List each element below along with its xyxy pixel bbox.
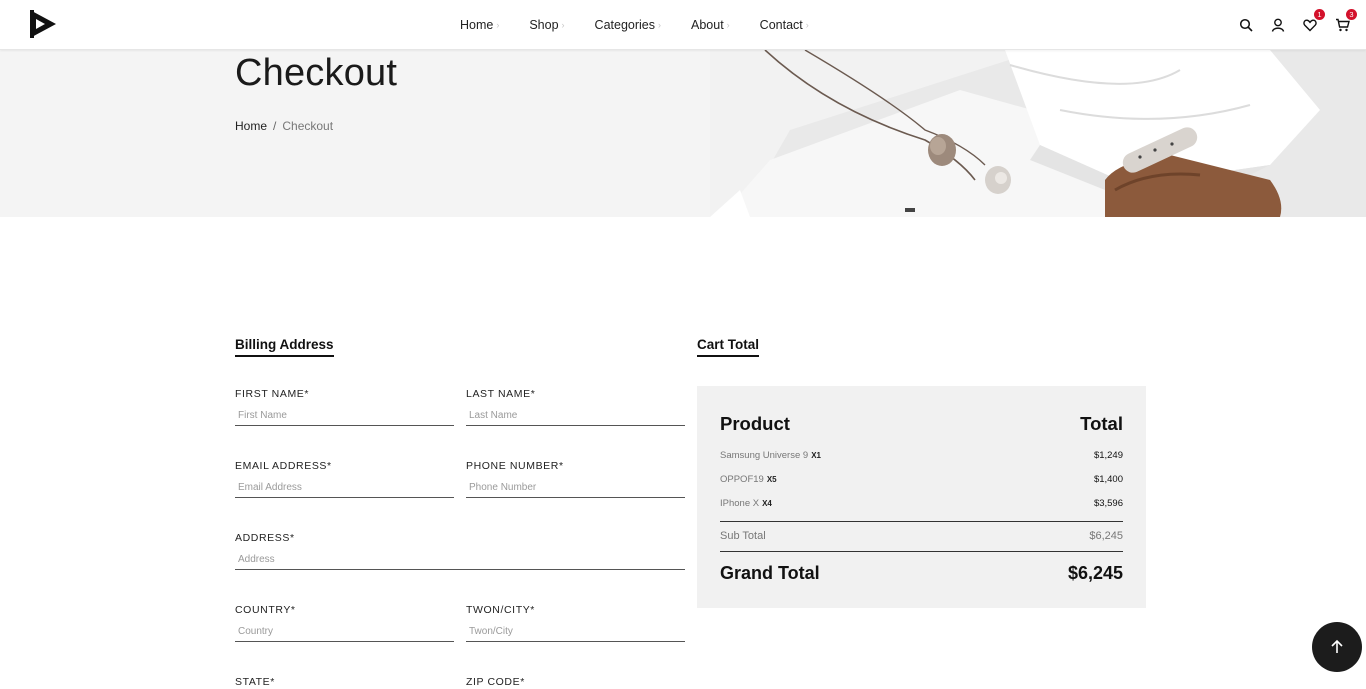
divider bbox=[720, 521, 1123, 522]
back-to-top-button[interactable] bbox=[1312, 622, 1362, 672]
chevron-right-icon: › bbox=[726, 20, 730, 30]
cart-line-item: OPPOF19 X5 $1,400 bbox=[720, 474, 1123, 485]
address-label: ADDRESS* bbox=[235, 532, 295, 544]
phone-label: PHONE NUMBER* bbox=[466, 460, 564, 472]
top-navbar: Home › Shop › Categories › About › Contact › … bbox=[0, 0, 1366, 50]
city-input[interactable] bbox=[466, 622, 685, 642]
phone-input[interactable] bbox=[466, 478, 685, 498]
cart-table-header: Product Total bbox=[720, 413, 1123, 435]
divider bbox=[720, 551, 1123, 552]
cart-item-name-wrap: Samsung Universe 9 X1 bbox=[720, 450, 821, 461]
cart-item-qty: X1 bbox=[811, 451, 821, 460]
user-icon[interactable] bbox=[1268, 15, 1288, 35]
email-label: EMAIL ADDRESS* bbox=[235, 460, 332, 472]
last-name-label: LAST NAME* bbox=[466, 388, 536, 400]
cart-item-price: $1,400 bbox=[1093, 474, 1123, 485]
email-input[interactable] bbox=[235, 478, 454, 498]
nav-shop-label: Shop bbox=[529, 18, 559, 32]
nav-about[interactable]: About › bbox=[691, 18, 730, 32]
nav-contact[interactable]: Contact › bbox=[760, 18, 809, 32]
brand-logo[interactable] bbox=[27, 8, 59, 40]
zip-code-label: ZIP CODE* bbox=[466, 676, 525, 688]
billing-address-title: Billing Address bbox=[235, 337, 334, 357]
nav-home-label: Home bbox=[460, 18, 494, 32]
nav-home[interactable]: Home › bbox=[460, 18, 499, 32]
cart-item-price: $1,249 bbox=[1093, 450, 1123, 461]
country-label: COUNTRY* bbox=[235, 604, 296, 616]
cart-item-name: IPhone X bbox=[720, 498, 760, 509]
breadcrumb-separator: / bbox=[273, 119, 277, 133]
cart-line-item: IPhone X X4 $3,596 bbox=[720, 498, 1123, 509]
country-input[interactable] bbox=[235, 622, 454, 642]
city-label: TWON/CITY* bbox=[466, 604, 535, 616]
header-actions: 1 3 bbox=[1224, 0, 1357, 50]
breadcrumb-home-link[interactable]: Home bbox=[235, 119, 267, 133]
state-label: STATE* bbox=[235, 676, 275, 688]
cart-item-name-wrap: OPPOF19 X5 bbox=[720, 474, 777, 485]
cart-item-name: Samsung Universe 9 bbox=[720, 450, 809, 461]
grand-total-value: $6,245 bbox=[1067, 563, 1123, 583]
page-banner: Checkout Home / Checkout bbox=[0, 50, 1366, 217]
wishlist-count-badge: 1 bbox=[1314, 9, 1325, 20]
first-name-label: FIRST NAME* bbox=[235, 388, 310, 400]
address-input[interactable] bbox=[235, 550, 685, 570]
breadcrumb-current: Checkout bbox=[282, 119, 334, 133]
chevron-right-icon: › bbox=[561, 20, 565, 30]
chevron-right-icon: › bbox=[496, 20, 500, 30]
main-nav: Home › Shop › Categories › About › Contact › bbox=[460, 0, 839, 50]
page-title: Checkout bbox=[235, 52, 398, 94]
nav-contact-label: Contact bbox=[759, 18, 803, 32]
breadcrumb: Home / Checkout bbox=[235, 119, 333, 133]
sub-total-row: Sub Total $6,245 bbox=[720, 530, 1123, 542]
cart-icon[interactable]: 3 bbox=[1332, 9, 1357, 35]
cart-total-title: Cart Total bbox=[697, 337, 760, 357]
total-column-header: Total bbox=[1080, 413, 1123, 434]
nav-categories-label: Categories bbox=[594, 18, 655, 32]
cart-item-qty: X4 bbox=[762, 499, 772, 508]
sub-total-label: Sub Total bbox=[720, 530, 766, 542]
grand-total-row: Grand Total $6,245 bbox=[720, 563, 1123, 584]
nav-shop[interactable]: Shop › bbox=[529, 18, 564, 32]
cart-line-item: Samsung Universe 9 X1 $1,249 bbox=[720, 450, 1123, 461]
arrow-up-icon bbox=[1331, 639, 1343, 653]
nav-categories[interactable]: Categories › bbox=[595, 18, 661, 32]
cart-item-name: OPPOF19 bbox=[720, 474, 764, 485]
last-name-input[interactable] bbox=[466, 406, 685, 426]
cart-item-name-wrap: IPhone X X4 bbox=[720, 498, 772, 509]
sub-total-value: $6,245 bbox=[1089, 530, 1123, 542]
cart-item-qty: X5 bbox=[766, 475, 777, 484]
wishlist-heart-icon[interactable]: 1 bbox=[1300, 9, 1325, 35]
chevron-right-icon: › bbox=[805, 20, 809, 30]
search-icon[interactable] bbox=[1236, 15, 1256, 35]
product-column-header: Product bbox=[720, 413, 790, 434]
cart-summary-panel: Product Total Samsung Universe 9 X1 $1,24… bbox=[697, 386, 1146, 608]
first-name-input[interactable] bbox=[235, 406, 454, 426]
cart-count-badge: 3 bbox=[1346, 9, 1357, 20]
cart-item-price: $3,596 bbox=[1093, 498, 1123, 509]
chevron-right-icon: › bbox=[658, 20, 661, 30]
nav-about-label: About bbox=[691, 18, 724, 32]
banner-product-image bbox=[710, 50, 1366, 217]
grand-total-label: Grand Total bbox=[720, 563, 820, 583]
